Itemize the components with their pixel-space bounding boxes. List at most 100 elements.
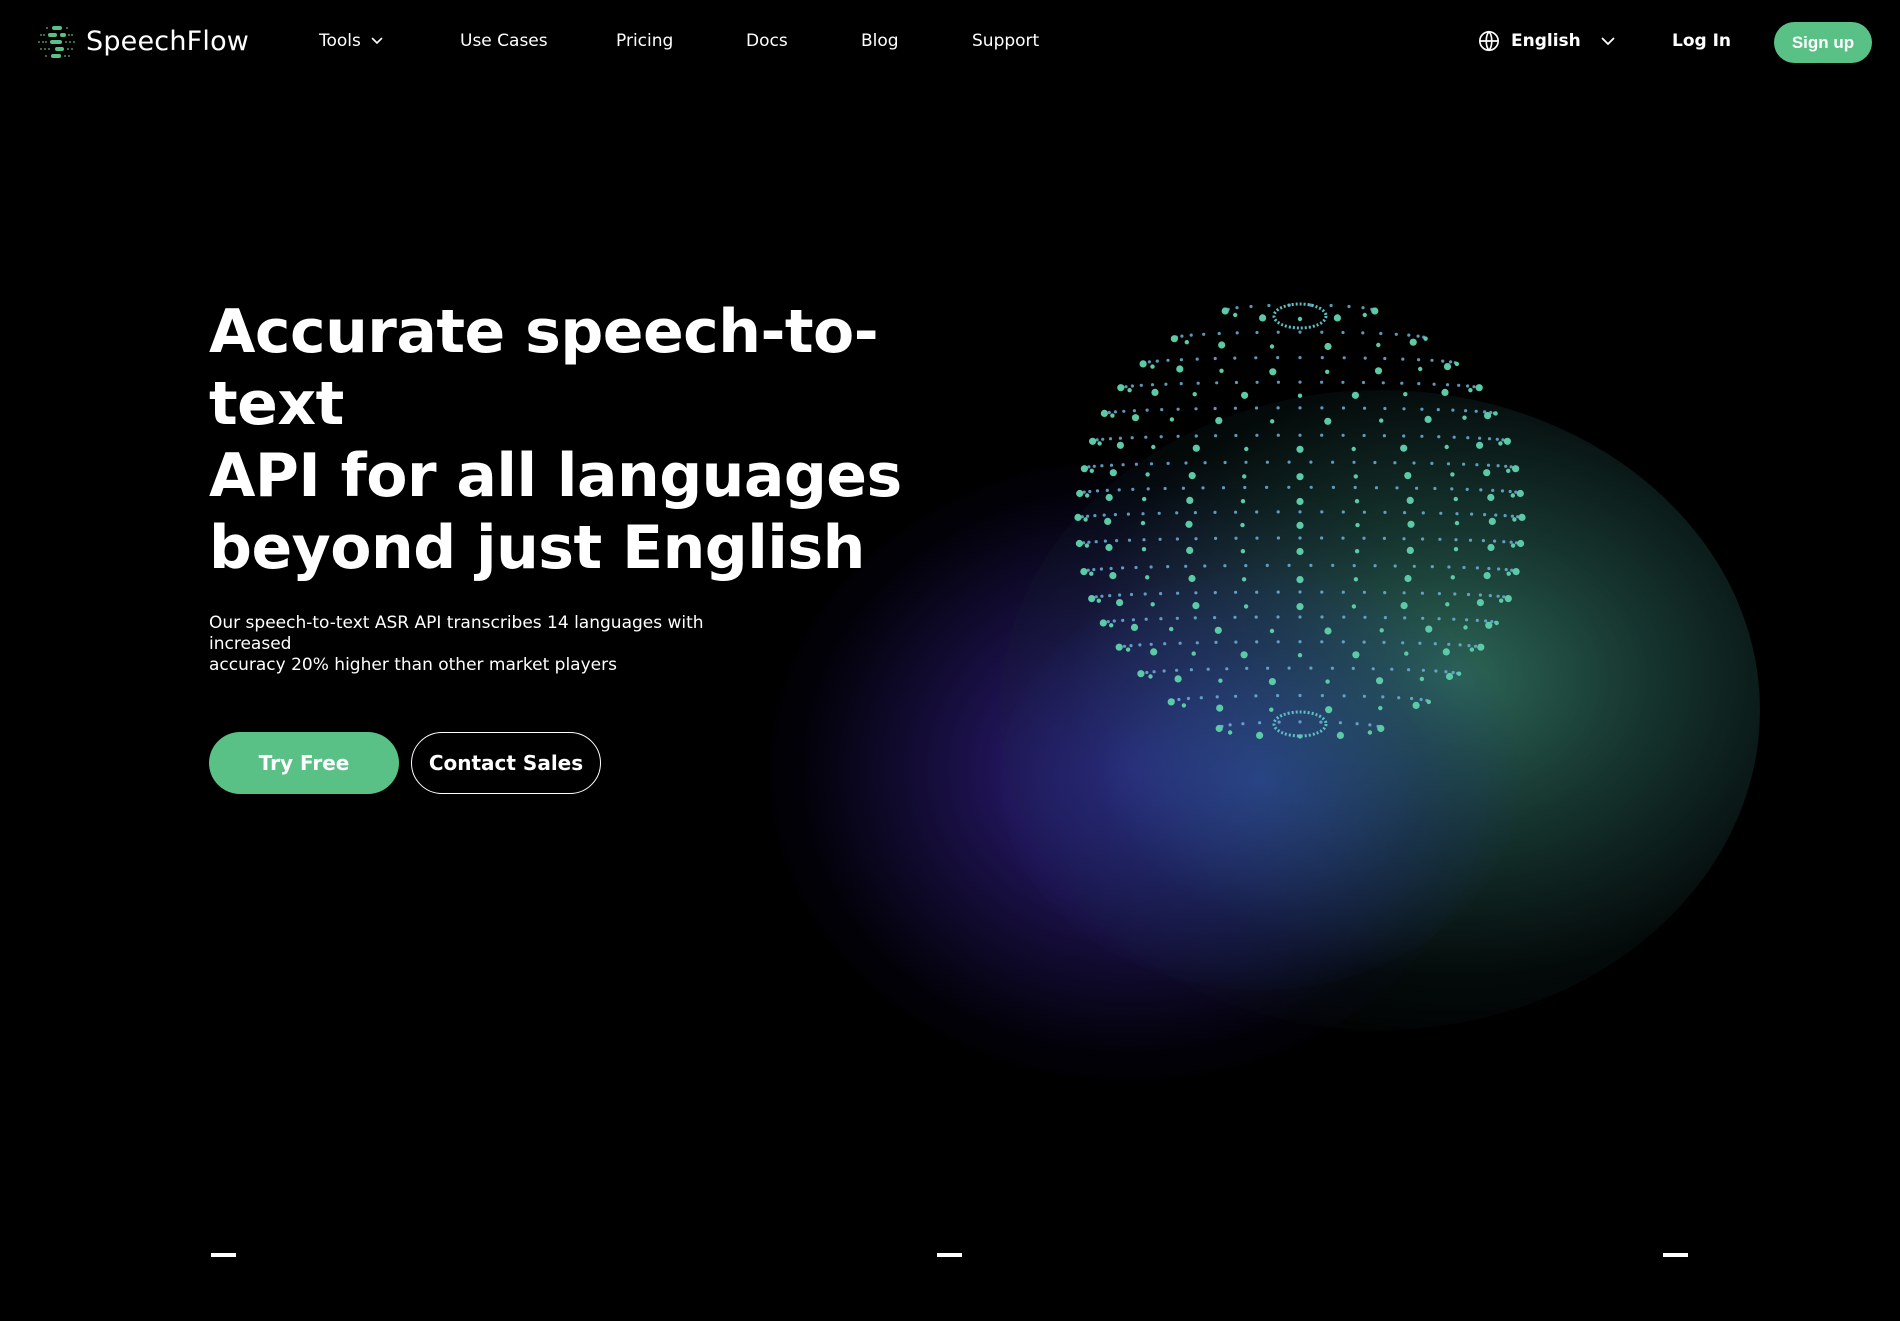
globe-dot [1245, 666, 1249, 670]
globe-dot [1508, 489, 1512, 494]
globe-dot [1452, 435, 1456, 439]
globe-dot [1221, 307, 1229, 315]
globe-dot [1444, 670, 1448, 674]
globe-dot [1276, 694, 1280, 698]
globe-dot [1214, 626, 1222, 634]
globe-dot [1195, 357, 1199, 361]
try-free-button[interactable]: Try Free [209, 732, 399, 794]
nav-tools-dropdown[interactable]: Tools [319, 31, 383, 51]
globe-dot [1402, 434, 1406, 438]
globe-dot [1296, 547, 1304, 556]
globe-dot [1502, 540, 1506, 544]
globe-dot [1462, 462, 1466, 466]
globe-pole-ring [1272, 710, 1328, 738]
globe-dot [1297, 316, 1303, 322]
globe-dot [1174, 675, 1182, 683]
login-link[interactable]: Log In [1672, 31, 1731, 51]
globe-dot [1201, 486, 1205, 490]
globe-dot [1107, 410, 1111, 415]
globe-dot [1287, 485, 1291, 489]
globe-dot [1352, 460, 1356, 464]
globe-dot [1213, 591, 1217, 595]
globe-dot [1478, 436, 1482, 440]
globe-dot [1425, 625, 1433, 633]
globe-dot [1378, 705, 1383, 711]
globe-dot [1176, 591, 1180, 595]
globe-dot [1371, 307, 1379, 315]
globe-dot [1199, 696, 1203, 700]
globe-dot [1474, 409, 1478, 413]
globe-dot [1147, 360, 1151, 364]
globe-dot [1219, 368, 1224, 373]
globe-dot [1298, 356, 1302, 360]
globe-dot [1276, 406, 1280, 410]
globe-dot [1512, 568, 1520, 576]
globe-dot [1488, 517, 1496, 525]
brand-logo-link[interactable]: SpeechFlow [38, 24, 249, 58]
globe-dot [1141, 547, 1147, 552]
globe-dot [1436, 408, 1440, 412]
globe-dot [1184, 461, 1188, 465]
globe-dot [1083, 517, 1088, 522]
globe-dot [1512, 517, 1517, 522]
globe-dot [1416, 334, 1420, 338]
globe-dot [1453, 496, 1458, 502]
globe-dot [1130, 623, 1139, 631]
globe-dot [1089, 437, 1097, 445]
globe-dot [1159, 617, 1163, 621]
nav-pricing[interactable]: Pricing [616, 31, 673, 51]
globe-dot [1234, 590, 1238, 594]
globe-dot [1129, 592, 1134, 597]
globe-dot [1443, 363, 1452, 371]
globe-dot [1228, 723, 1232, 727]
language-selector[interactable]: English [1478, 30, 1615, 52]
signup-button[interactable]: Sign up [1774, 22, 1872, 63]
globe-dot [1217, 331, 1221, 336]
nav-blog[interactable]: Blog [861, 31, 899, 51]
globe-dot [1453, 547, 1459, 552]
globe-dot [1341, 640, 1345, 644]
globe-dot [1374, 367, 1383, 375]
globe-dot [1320, 510, 1324, 514]
slider-indicator[interactable] [211, 1253, 236, 1257]
globe-dot [1458, 643, 1462, 647]
hero-section: Accurate speech-to-text API for all lang… [209, 296, 929, 794]
language-selected-value: English [1511, 31, 1581, 51]
globe-dot [1296, 603, 1304, 611]
globe-dot [1433, 486, 1437, 491]
slider-indicator[interactable] [1663, 1253, 1688, 1257]
globe-dot [1393, 564, 1397, 568]
globe-dot [1446, 462, 1451, 466]
nav-use-cases[interactable]: Use Cases [460, 31, 548, 51]
globe-dot [1179, 358, 1183, 362]
globe-dot [1254, 406, 1259, 410]
nav-support[interactable]: Support [972, 31, 1039, 51]
globe-dot [1234, 433, 1238, 438]
globe-dot [1363, 406, 1367, 410]
globe-dot [1140, 520, 1146, 526]
globe-dot [1325, 679, 1330, 684]
globe-dot [1404, 574, 1412, 583]
contact-sales-button[interactable]: Contact Sales [411, 732, 601, 794]
nav-docs[interactable]: Docs [746, 31, 788, 51]
globe-dot [1126, 512, 1130, 516]
hero-title: Accurate speech-to-text API for all lang… [209, 296, 929, 584]
globe-dot [1269, 628, 1275, 634]
slider-indicator[interactable] [937, 1253, 962, 1257]
globe-dot [1134, 565, 1138, 570]
globe-dot [1105, 488, 1109, 492]
globe-dot [1166, 461, 1170, 465]
globe-dot [1320, 590, 1324, 594]
globe-dot [1185, 520, 1193, 528]
globe-dot [1381, 695, 1385, 699]
globe-dot [1361, 380, 1366, 385]
globe-dot [1233, 356, 1237, 360]
globe-dot [1383, 510, 1387, 514]
globe-dot [1325, 706, 1333, 714]
globe-dot [1089, 571, 1094, 576]
globe-dot [1362, 536, 1366, 540]
globe-dot [1475, 566, 1479, 570]
globe-dot [1320, 536, 1324, 540]
globe-dot [1466, 436, 1470, 440]
speechflow-logo-icon [38, 26, 75, 58]
